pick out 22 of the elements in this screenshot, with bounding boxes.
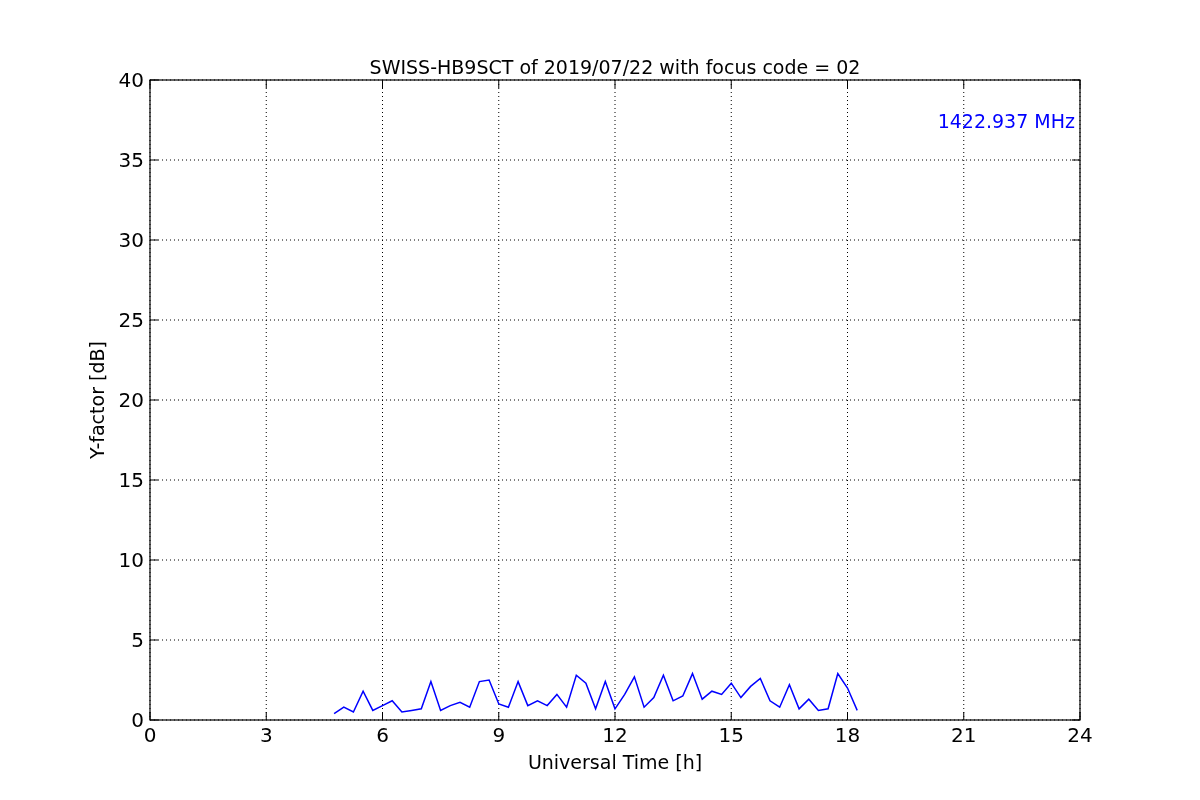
y-axis-label: Y-factor [dB] <box>86 341 108 459</box>
tick-label: 12 <box>602 723 628 747</box>
tick-label: 0 <box>131 708 144 732</box>
tick-label: 5 <box>131 628 144 652</box>
tick-label: 10 <box>118 548 144 572</box>
tick-label: 21 <box>951 723 977 747</box>
tick-label: 30 <box>118 228 144 252</box>
tick-label: 18 <box>834 723 861 747</box>
tick-label: 40 <box>118 68 144 92</box>
tick-label: 24 <box>1067 723 1093 747</box>
chart-title: SWISS-HB9SCT of 2019/07/22 with focus code = 02 <box>369 56 861 78</box>
tick-label: 20 <box>118 388 144 412</box>
tick-label: 0 <box>143 723 157 747</box>
tick-label: 6 <box>376 723 389 747</box>
frequency-label: 1422.937 MHz <box>937 110 1075 132</box>
x-axis-label: Universal Time [h] <box>527 751 703 773</box>
tick-label: 35 <box>118 148 144 172</box>
tick-label: 9 <box>492 723 506 747</box>
tick-label: 3 <box>259 723 273 747</box>
tick-label: 15 <box>118 468 144 492</box>
tick-label: 25 <box>118 308 144 332</box>
tick-label: 15 <box>718 723 744 747</box>
